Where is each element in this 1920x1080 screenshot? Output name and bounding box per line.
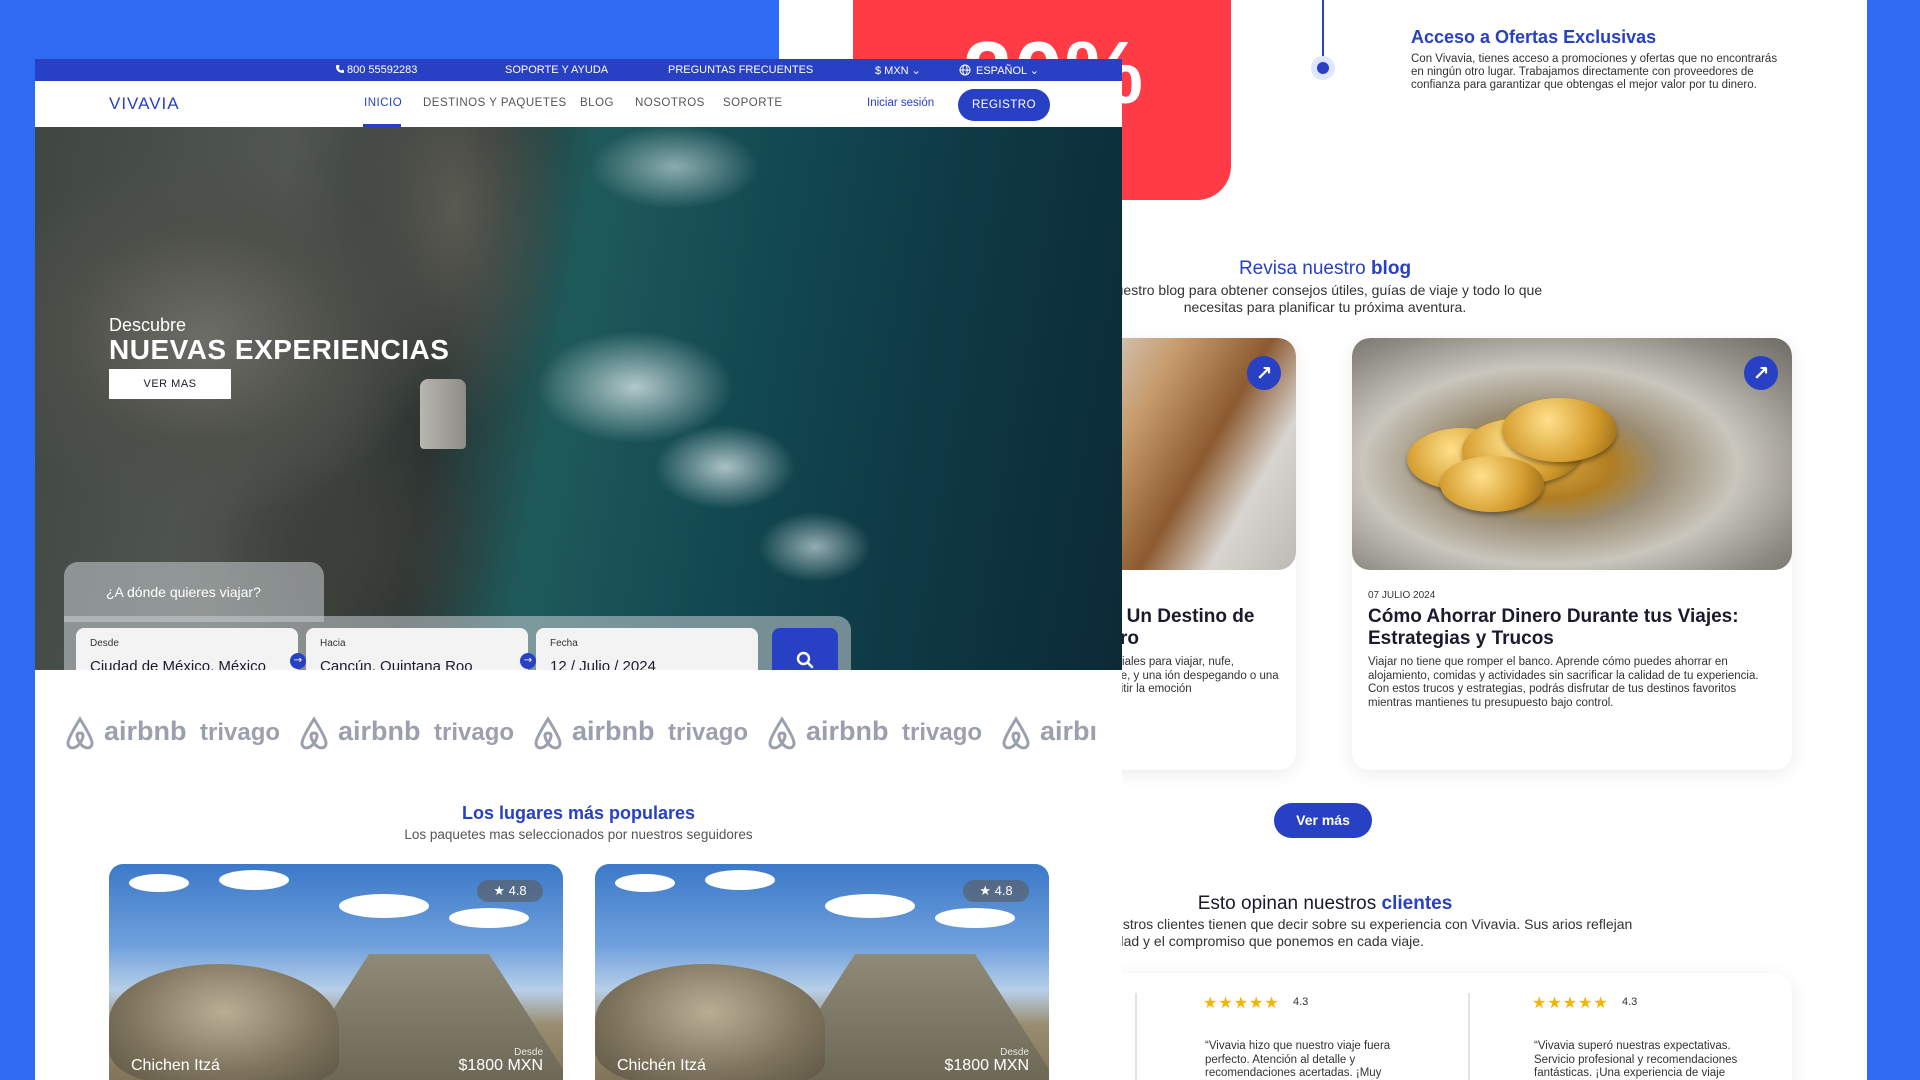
main-page-window: 800 55592283 SOPORTE Y AYUDA PREGUNTAS F…	[35, 59, 1122, 1080]
clients-heading-prefix: Esto opinan nuestros	[1197, 893, 1382, 914]
hero-pretitle: Descubre	[109, 315, 187, 335]
to-label: Hacia	[320, 638, 346, 649]
popular-subtitle: Los paquetes mas seleccionados por nuest…	[404, 827, 753, 842]
review-divider	[1135, 993, 1137, 1080]
currency-selector[interactable]: $ MXN ⌄	[875, 64, 921, 77]
hero-see-more-button[interactable]: VER MAS	[109, 369, 231, 399]
logo[interactable]: VIVAVIA	[109, 94, 180, 114]
arrow-up-right-icon[interactable]: ↗	[1247, 356, 1281, 390]
navbar: VIVAVIA INICIO DESTINOS Y PAQUETES BLOG …	[35, 81, 1122, 127]
rating-badge: ★ 4.8	[477, 880, 543, 902]
search-tab-label: ¿A dónde quieres viajar?	[106, 584, 261, 600]
clients-heading-bold: clientes	[1381, 893, 1453, 914]
from-label: Desde	[90, 638, 119, 649]
airbnb-logo-icon	[534, 716, 562, 750]
support-link[interactable]: SOPORTE Y AYUDA	[505, 64, 608, 76]
phone-icon	[335, 64, 345, 77]
blog-image-coins	[1352, 338, 1792, 570]
register-button[interactable]: REGISTRO	[958, 89, 1050, 121]
review-divider	[1468, 993, 1470, 1080]
hero-banner: Descubre NUEVAS EXPERIENCIAS VER MAS ¿A …	[35, 127, 1122, 670]
brand-trivago: trivago	[200, 719, 281, 746]
popular-title: Los lugares más populares	[461, 803, 696, 823]
place-card[interactable]: ★ 4.8 Chichen Itzá Desde $1800 MXN	[109, 864, 563, 1080]
clients-heading: Esto opinan nuestros clientes	[1090, 893, 1560, 915]
reviews-card: ★★★★★ 4.3 “Vivavia hizo que nuestro viaj…	[1090, 973, 1792, 1080]
airbnb-logo-icon	[300, 716, 328, 750]
brand-airbnb: airbnb	[338, 716, 421, 746]
arrow-right-icon: →	[290, 653, 306, 669]
brand-trivago: trivago	[668, 719, 749, 746]
nav-item-blog[interactable]: BLOG	[580, 97, 614, 109]
partner-logos-strip: airbnb trivago airbnb trivago airbnb tri…	[35, 670, 1122, 790]
blog-heading: Revisa nuestro blog	[1100, 258, 1550, 280]
to-field[interactable]: Hacia Cancún, Quintana Roo	[306, 628, 528, 670]
airbnb-logo-icon	[768, 716, 796, 750]
date-label: Fecha	[550, 638, 578, 649]
review-text: “Vivavia superó nuestras expectativas. S…	[1534, 1040, 1738, 1079]
to-value[interactable]: Cancún, Quintana Roo	[320, 658, 473, 670]
blog-subtitle: nuestro blog para obtener consejos útile…	[1107, 282, 1543, 315]
hero-title: NUEVAS EXPERIENCIAS	[109, 334, 450, 365]
login-link[interactable]: Iniciar sesión	[867, 97, 934, 109]
language-selector[interactable]: ESPAÑOL ⌄	[976, 64, 1039, 77]
brand-trivago: trivago	[434, 719, 515, 746]
review-stars: ★★★★★	[1532, 993, 1609, 1012]
brand-airbnb: airbnb	[806, 716, 889, 746]
blog-heading-prefix: Revisa nuestro	[1238, 258, 1371, 279]
date-field[interactable]: Fecha 12 / Julio / 2024	[536, 628, 758, 670]
brand-airbnb: airbnb	[104, 716, 187, 746]
brand-trivago: trivago	[902, 719, 983, 746]
top-info-bar: 800 55592283 SOPORTE Y AYUDA PREGUNTAS F…	[35, 59, 1122, 81]
place-name: Chichen Itzá	[131, 1057, 220, 1074]
place-price: $1800 MXN	[944, 1057, 1030, 1074]
review-score: 4.3	[1293, 996, 1309, 1008]
arrow-right-icon: →	[520, 653, 536, 669]
hero-lighthouse-image	[420, 379, 466, 449]
globe-icon	[959, 64, 971, 79]
review-score: 4.3	[1622, 996, 1638, 1008]
place-card[interactable]: ★ 4.8 Chichén Itzá Desde $1800 MXN	[595, 864, 1049, 1080]
nav-item-inicio[interactable]: INICIO	[364, 97, 402, 109]
blog-text: Viajar no tiene que romper el banco. Apr…	[1368, 656, 1759, 709]
faq-link[interactable]: PREGUNTAS FRECUENTES	[668, 64, 813, 76]
airbnb-logo-icon	[66, 716, 94, 750]
place-name: Chichén Itzá	[617, 1057, 706, 1074]
phone-number[interactable]: 800 55592283	[347, 64, 417, 76]
airbnb-logo-icon	[1002, 716, 1030, 750]
search-tab[interactable]: ¿A dónde quieres viajar?	[64, 562, 324, 622]
search-icon	[796, 651, 814, 669]
date-value[interactable]: 12 / Julio / 2024	[550, 658, 656, 670]
blog-more-button[interactable]: Ver más	[1274, 803, 1372, 838]
rating-badge: ★ 4.8	[963, 880, 1029, 902]
nav-item-nosotros[interactable]: NOSOTROS	[635, 97, 705, 109]
from-value[interactable]: Ciudad de México, México	[90, 658, 266, 670]
offer-text: Con Vivavia, tienes acceso a promociones…	[1411, 53, 1778, 91]
timeline-line	[1322, 0, 1324, 60]
brand-airbnb: airbnb	[572, 716, 655, 746]
blog-card[interactable]: ↗ 07 JULIO 2024 Cómo Ahorrar Dinero Dura…	[1352, 338, 1792, 770]
arrow-up-right-icon[interactable]: ↗	[1744, 356, 1778, 390]
place-price: $1800 MXN	[458, 1057, 544, 1074]
search-button[interactable]	[772, 628, 838, 670]
search-panel: Desde Ciudad de México, México → Hacia C…	[64, 616, 851, 670]
review-text: “Vivavia hizo que nuestro viaje fuera pe…	[1205, 1040, 1391, 1079]
timeline-dot	[1311, 56, 1335, 80]
clients-subtitle: ue nuestros clientes tienen que decir so…	[1080, 916, 1633, 949]
review-stars: ★★★★★	[1203, 993, 1280, 1012]
blog-title[interactable]: Cómo Ahorrar Dinero Durante tus Viajes: …	[1368, 606, 1768, 650]
brand-airbnb: airbı	[1040, 716, 1098, 746]
blog-date: 07 JULIO 2024	[1368, 590, 1436, 601]
nav-item-destinos[interactable]: DESTINOS Y PAQUETES	[423, 97, 567, 109]
blog-heading-bold: blog	[1370, 258, 1412, 279]
offer-title: Acceso a Ofertas Exclusivas	[1411, 27, 1657, 47]
nav-item-soporte[interactable]: SOPORTE	[723, 97, 783, 109]
from-field[interactable]: Desde Ciudad de México, México	[76, 628, 298, 670]
